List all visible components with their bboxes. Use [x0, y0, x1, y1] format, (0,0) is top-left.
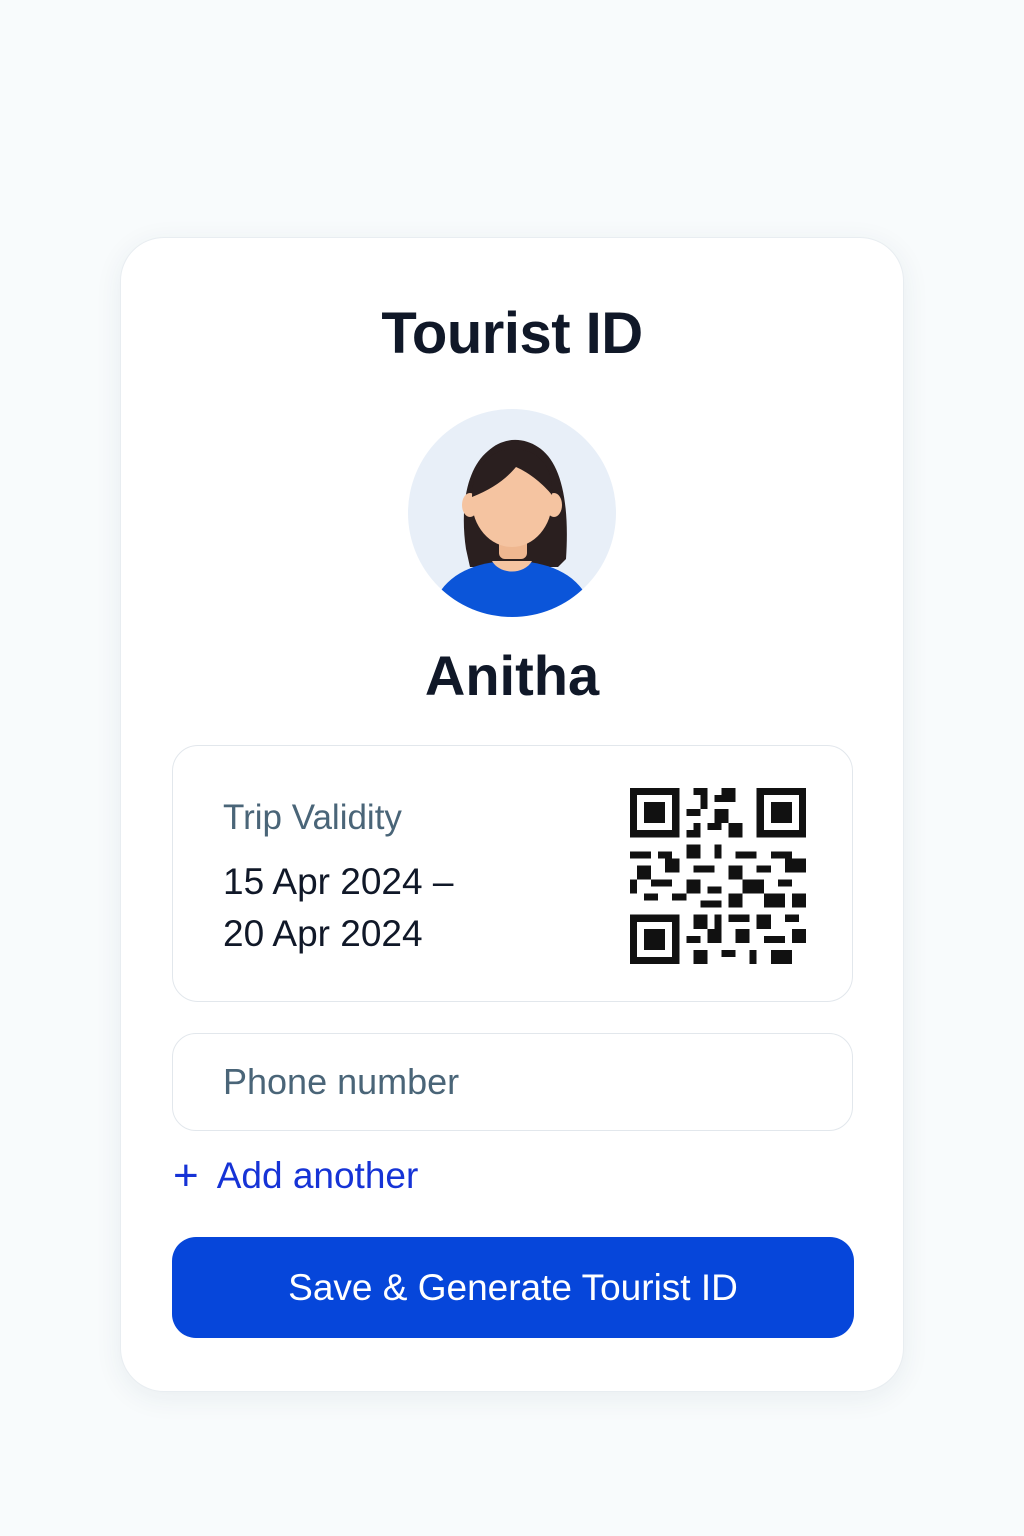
user-name: Anitha [424, 644, 600, 707]
phone-number-input[interactable] [172, 1033, 853, 1131]
qr-code-icon [630, 788, 806, 964]
trip-validity-label: Trip Validity [223, 798, 402, 837]
avatar [408, 409, 616, 617]
plus-icon: + [173, 1151, 199, 1200]
page-title: Tourist ID [381, 301, 643, 366]
trip-validity-dates: 15 Apr 2024 – 20 Apr 2024 [223, 856, 453, 960]
trip-end-date: 20 Apr 2024 [223, 913, 423, 954]
person-avatar-icon [436, 439, 588, 617]
trip-validity-panel: Trip Validity 15 Apr 2024 – 20 Apr 2024 [172, 745, 853, 1002]
trip-start-date: 15 Apr 2024 – [223, 861, 454, 902]
add-another-label: Add another [216, 1155, 419, 1196]
add-another-link[interactable]: + Add another [173, 1151, 418, 1201]
save-generate-button[interactable]: Save & Generate Tourist ID [172, 1237, 854, 1338]
tourist-id-card: Tourist ID Anitha Trip Validity 15 Apr 2… [120, 237, 904, 1392]
